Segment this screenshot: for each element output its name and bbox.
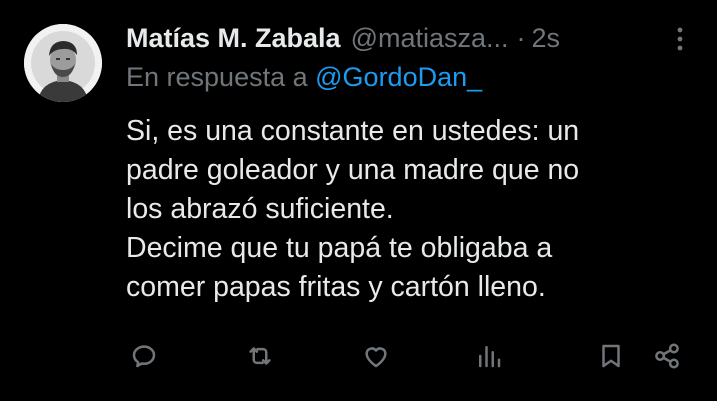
- reply-prefix: En respuesta a: [126, 62, 308, 92]
- avatar-photo: [24, 24, 102, 102]
- views-button[interactable]: [472, 336, 506, 376]
- tweet-header: Matías M. Zabala @matiasza... · 2s: [126, 20, 560, 56]
- share-button[interactable]: [650, 336, 684, 376]
- reply-button[interactable]: [127, 336, 161, 376]
- author-name[interactable]: Matías M. Zabala: [126, 23, 341, 54]
- like-icon: [365, 347, 387, 368]
- share-icon: [655, 343, 679, 369]
- like-button[interactable]: [359, 336, 393, 376]
- retweet-icon: [249, 347, 271, 365]
- bookmark-icon: [602, 344, 620, 368]
- views-icon: [479, 346, 501, 368]
- tweet-text-line: Decime que tu papá te obligaba a: [126, 232, 553, 264]
- retweet-button[interactable]: [243, 336, 277, 376]
- tweet-text-line: los abrazó suficiente.: [126, 193, 394, 225]
- separator-dot: ·: [516, 22, 526, 53]
- tweet-text-line: Si, es una constante en ustedes: un: [126, 115, 580, 147]
- tweet-text-line: comer papas fritas y cartón lleno.: [126, 271, 546, 303]
- avatar[interactable]: [24, 24, 102, 102]
- action-bar: [0, 336, 717, 380]
- tweet-text-line: padre goleador y una madre que no: [126, 154, 580, 186]
- tweet[interactable]: Matías M. Zabala @matiasza... · 2s En re…: [0, 0, 717, 401]
- reply-context: En respuesta a @GordoDan_: [126, 62, 482, 93]
- tweet-text: Si, es una constante en ustedes: un padr…: [126, 112, 686, 307]
- author-handle[interactable]: @matiasza...: [351, 23, 509, 54]
- timestamp[interactable]: 2s: [532, 23, 561, 54]
- reply-to-link[interactable]: @GordoDan_: [315, 62, 482, 92]
- more-icon: [677, 27, 683, 51]
- reply-icon: [132, 345, 156, 368]
- bookmark-button[interactable]: [594, 336, 628, 376]
- more-options-button[interactable]: [670, 24, 690, 54]
